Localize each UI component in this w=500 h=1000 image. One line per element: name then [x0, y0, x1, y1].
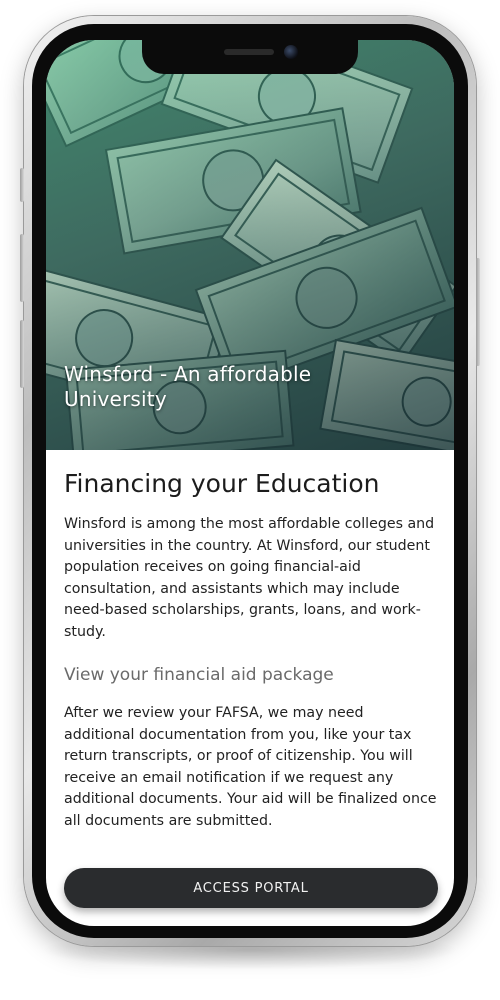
volume-down-button — [20, 320, 24, 388]
hero-banner: Winsford - An affordable University — [46, 40, 454, 450]
details-paragraph: After we review your FAFSA, we may need … — [64, 705, 437, 829]
phone-screen: Winsford - An affordable University Fina… — [46, 40, 454, 926]
hero-title: Winsford - An affordable University — [64, 362, 312, 411]
page-title: Financing your Education — [64, 469, 380, 498]
front-camera-icon — [284, 45, 298, 59]
silent-switch — [20, 168, 24, 202]
speaker-grille — [224, 49, 274, 55]
intro-paragraph: Winsford is among the most affordable co… — [64, 516, 435, 640]
financial-aid-link[interactable]: View your financial aid package — [64, 663, 438, 687]
notch — [142, 40, 358, 74]
volume-up-button — [20, 234, 24, 302]
content-section: Financing your Education Winsford is amo… — [64, 468, 438, 832]
access-portal-button[interactable]: ACCESS PORTAL — [64, 868, 438, 908]
power-button — [476, 258, 480, 366]
